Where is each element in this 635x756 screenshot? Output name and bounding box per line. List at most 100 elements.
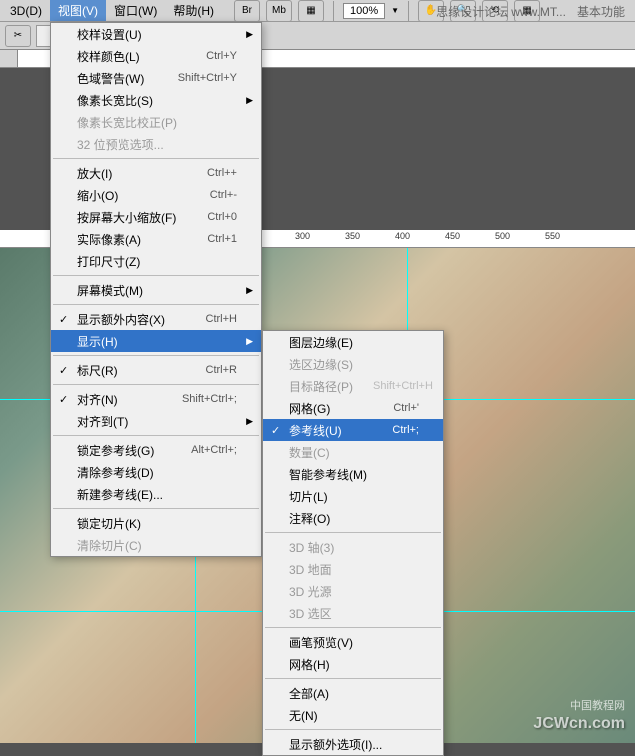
menu-item[interactable]: ✓对齐(N)Shift+Ctrl+;: [51, 388, 261, 410]
submenu-arrow-icon: ▶: [246, 29, 253, 40]
menubar: 3D(D) 视图(V) 窗口(W) 帮助(H) Br Mb ▦ 100% ▼ ✋…: [0, 0, 635, 22]
mb-button[interactable]: Mb: [266, 0, 292, 22]
ruler-tick-label: 450: [445, 231, 460, 241]
menu-item-label: 数量(C): [289, 444, 419, 461]
ruler-tick-label: 550: [545, 231, 560, 241]
menu-item-label: 显示(H): [77, 333, 237, 350]
menu-item[interactable]: 锁定参考线(G)Alt+Ctrl+;: [51, 439, 261, 461]
menu-item-label: 3D 地面: [289, 561, 419, 578]
menu-item-label: 图层边缘(E): [289, 334, 419, 351]
menu-view[interactable]: 视图(V): [50, 0, 106, 21]
menu-item-label: 参考线(U): [289, 422, 372, 439]
zoom-level[interactable]: 100%: [343, 3, 385, 19]
menu-item-label: 清除切片(C): [77, 537, 237, 554]
menu-3d[interactable]: 3D(D): [2, 2, 50, 20]
menu-item: 数量(C): [263, 441, 443, 463]
menu-separator: [53, 304, 259, 305]
menu-item[interactable]: 图层边缘(E): [263, 331, 443, 353]
menu-item[interactable]: ✓参考线(U)Ctrl+;: [263, 419, 443, 441]
menu-item-label: 放大(I): [77, 165, 187, 182]
menu-item-label: 画笔预览(V): [289, 634, 419, 651]
menu-item: 3D 光源: [263, 580, 443, 602]
ruler-origin[interactable]: [0, 50, 18, 68]
bridge-button[interactable]: Br: [234, 0, 260, 22]
menu-item[interactable]: 打印尺寸(Z): [51, 250, 261, 272]
menu-item-label: 显示额外内容(X): [77, 311, 186, 328]
menu-item-label: 对齐到(T): [77, 413, 237, 430]
menu-separator: [265, 532, 441, 533]
menu-item[interactable]: ✓标尺(R)Ctrl+R: [51, 359, 261, 381]
menu-item: 3D 地面: [263, 558, 443, 580]
menu-item-label: 网格(H): [289, 656, 419, 673]
menu-item[interactable]: 显示(H)▶: [51, 330, 261, 352]
menu-shortcut: Ctrl+0: [207, 211, 237, 223]
menu-item[interactable]: 放大(I) Ctrl++: [51, 162, 261, 184]
menu-item-label: 新建参考线(E)...: [77, 486, 237, 503]
menu-shortcut: Ctrl+R: [206, 364, 237, 376]
menu-item[interactable]: 智能参考线(M): [263, 463, 443, 485]
watermark-main: JCWcn.com: [533, 715, 625, 733]
menu-item-label: 网格(G): [289, 400, 373, 417]
menu-item-label: 显示额外选项(I)...: [289, 736, 419, 753]
menu-item: 像素长宽比校正(P): [51, 111, 261, 133]
menu-item[interactable]: 显示额外选项(I)...: [263, 733, 443, 755]
menu-item[interactable]: 缩小(O)Ctrl+-: [51, 184, 261, 206]
menu-shortcut: Ctrl+-: [210, 189, 237, 201]
menu-item-label: 目标路径(P): [289, 378, 353, 395]
menu-shortcut: Ctrl++: [207, 167, 237, 179]
menu-item[interactable]: 网格(H): [263, 653, 443, 675]
menu-separator: [265, 729, 441, 730]
menu-item[interactable]: 对齐到(T)▶: [51, 410, 261, 432]
menu-item[interactable]: 锁定切片(K): [51, 512, 261, 534]
menu-shortcut: Ctrl+': [393, 402, 419, 414]
ruler-tick-label: 500: [495, 231, 510, 241]
menu-item-label: 对齐(N): [77, 391, 162, 408]
menu-item[interactable]: 校样设置(U) ▶: [51, 23, 261, 45]
menu-item[interactable]: 实际像素(A)Ctrl+1: [51, 228, 261, 250]
menu-item[interactable]: 无(N): [263, 704, 443, 726]
menu-shortcut: Alt+Ctrl+;: [191, 444, 237, 456]
menu-item[interactable]: 屏幕模式(M) ▶: [51, 279, 261, 301]
menu-item[interactable]: ✓显示额外内容(X)Ctrl+H: [51, 308, 261, 330]
menu-item[interactable]: 网格(G) Ctrl+': [263, 397, 443, 419]
menu-item: 3D 选区: [263, 602, 443, 624]
menu-shortcut: Ctrl+Y: [206, 50, 237, 62]
menu-item: 32 位预览选项...: [51, 133, 261, 155]
menu-item[interactable]: 按屏幕大小缩放(F) Ctrl+0: [51, 206, 261, 228]
menu-item[interactable]: 注释(O): [263, 507, 443, 529]
menu-item-label: 屏幕模式(M): [77, 282, 237, 299]
menu-item-label: 像素长宽比(S): [77, 92, 237, 109]
menu-item-label: 清除参考线(D): [77, 464, 237, 481]
menu-item-label: 校样设置(U): [77, 26, 237, 43]
submenu-arrow-icon: ▶: [246, 285, 253, 296]
watermark-sub: 中国教程网: [570, 697, 625, 713]
menu-separator: [53, 355, 259, 356]
screen-mode-button[interactable]: ▦: [298, 0, 324, 22]
menu-item[interactable]: 像素长宽比(S) ▶: [51, 89, 261, 111]
menu-help[interactable]: 帮助(H): [165, 0, 222, 21]
menu-item[interactable]: 切片(L): [263, 485, 443, 507]
menu-item-label: 锁定切片(K): [77, 515, 237, 532]
menu-item-label: 3D 选区: [289, 605, 419, 622]
menu-item[interactable]: 清除参考线(D): [51, 461, 261, 483]
menu-item-label: 智能参考线(M): [289, 466, 419, 483]
tool-preset-icon[interactable]: ✂: [5, 25, 31, 47]
menu-item-label: 32 位预览选项...: [77, 136, 237, 153]
menu-item[interactable]: 画笔预览(V): [263, 631, 443, 653]
menu-item[interactable]: 校样颜色(L)Ctrl+Y: [51, 45, 261, 67]
menu-item[interactable]: 全部(A): [263, 682, 443, 704]
zoom-dropdown-icon[interactable]: ▼: [391, 6, 399, 15]
menu-item-label: 按屏幕大小缩放(F): [77, 209, 187, 226]
menu-item-label: 色域警告(W): [77, 70, 158, 87]
menu-item-label: 标尺(R): [77, 362, 186, 379]
ruler-tick-label: 400: [395, 231, 410, 241]
menu-item[interactable]: 色域警告(W)Shift+Ctrl+Y: [51, 67, 261, 89]
menu-window[interactable]: 窗口(W): [106, 0, 165, 21]
menu-separator: [53, 158, 259, 159]
menu-separator: [53, 275, 259, 276]
menu-item[interactable]: 新建参考线(E)...: [51, 483, 261, 505]
check-icon: ✓: [59, 393, 68, 406]
ruler-tick-label: 300: [295, 231, 310, 241]
submenu-arrow-icon: ▶: [246, 95, 253, 106]
menu-shortcut: Ctrl+;: [392, 424, 419, 436]
